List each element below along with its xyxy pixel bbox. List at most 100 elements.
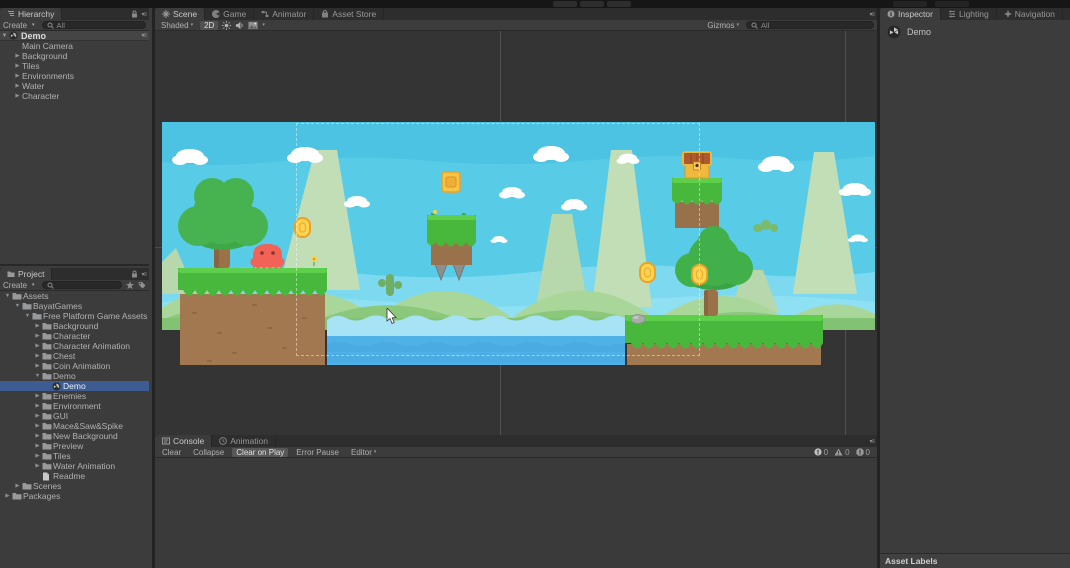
hierarchy-search-input[interactable]: All	[42, 21, 146, 29]
project-tree-item[interactable]: ▶Mace&Saw&Spike	[0, 421, 149, 431]
pane-menu-icon[interactable]: ▾≡	[869, 438, 874, 445]
project-tree-item[interactable]: ▶Environment	[0, 401, 149, 411]
tab-inspector[interactable]: Inspector	[880, 8, 941, 20]
pane-menu-icon[interactable]: ▾≡	[141, 271, 146, 278]
hierarchy-item[interactable]: Main Camera	[0, 41, 149, 51]
tab-game[interactable]: Game	[205, 8, 254, 20]
project-tree-item[interactable]: ▶Character	[0, 331, 149, 341]
project-tree-item[interactable]: ▶Chest	[0, 351, 149, 361]
foldout-icon[interactable]: ▶	[13, 91, 22, 101]
layout-dropdown[interactable]	[935, 1, 969, 7]
project-tree-item[interactable]: ▶Coin Animation	[0, 361, 149, 371]
hierarchy-item[interactable]: ▶Environments	[0, 71, 149, 81]
project-tree-item[interactable]: ▶GUI	[0, 411, 149, 421]
tab-hierarchy[interactable]: Hierarchy	[0, 8, 62, 20]
foldout-icon[interactable]: ▶	[3, 491, 12, 501]
search-by-type-icon[interactable]	[126, 281, 134, 289]
scene-effects-icon[interactable]	[248, 21, 258, 30]
project-tree-item[interactable]: ▼BayatGames	[0, 301, 149, 311]
scene-lighting-icon[interactable]	[222, 21, 231, 30]
tab-scene[interactable]: Scene	[155, 8, 205, 20]
error-count[interactable]: 0	[856, 448, 870, 457]
console-clear-on-play-button[interactable]: Clear on Play	[232, 448, 288, 457]
scene-search-input[interactable]: All	[746, 21, 874, 29]
foldout-icon[interactable]: ▶	[13, 481, 22, 491]
foldout-icon[interactable]: ▼	[0, 33, 9, 39]
project-tree-item[interactable]: ▶Preview	[0, 441, 149, 451]
asset-labels-bar[interactable]: Asset Labels	[880, 553, 1070, 568]
gizmos-dropdown[interactable]: Gizmos▾	[704, 21, 742, 30]
project-tree-item[interactable]: ▼Assets	[0, 291, 149, 301]
toggle-2d-button[interactable]: 2D	[200, 21, 218, 30]
hierarchy-item[interactable]: ▶Water	[0, 81, 149, 91]
tab-console[interactable]: Console	[155, 435, 212, 447]
foldout-icon[interactable]: ▶	[33, 451, 42, 461]
project-tree-item[interactable]: ▶New Background	[0, 431, 149, 441]
foldout-icon[interactable]: ▶	[33, 391, 42, 401]
step-icon[interactable]	[607, 1, 631, 7]
shading-mode-dropdown[interactable]: Shaded▾	[158, 21, 196, 30]
inspector-asset-header[interactable]: Demo	[880, 20, 1070, 39]
pane-menu-icon[interactable]: ▾≡	[869, 11, 874, 18]
console-editor-dropdown[interactable]: Editor▾	[347, 448, 380, 457]
foldout-icon[interactable]: ▶	[33, 331, 42, 341]
create-dropdown[interactable]: Create▾	[3, 21, 38, 30]
foldout-icon[interactable]: ▼	[13, 301, 22, 311]
project-tree-item[interactable]: ▶Background	[0, 321, 149, 331]
hierarchy-item[interactable]: ▶Tiles	[0, 61, 149, 71]
foldout-icon[interactable]: ▼	[33, 371, 42, 381]
hierarchy-item[interactable]: ▶Background	[0, 51, 149, 61]
tab-animation[interactable]: Animation	[212, 435, 276, 447]
log-count[interactable]: 0	[814, 448, 828, 457]
foldout-icon[interactable]: ▶	[33, 401, 42, 411]
scene-audio-icon[interactable]	[235, 21, 244, 30]
project-tree-item[interactable]: ▶Tiles	[0, 451, 149, 461]
project-tree-item[interactable]: ▶Enemies	[0, 391, 149, 401]
project-tree-item[interactable]: Readme	[0, 471, 149, 481]
project-tree-item[interactable]: ▶Character Animation	[0, 341, 149, 351]
play-controls[interactable]	[553, 1, 631, 7]
console-log-area[interactable]	[155, 458, 877, 568]
warning-count[interactable]: 0	[834, 448, 849, 457]
scene-viewport[interactable]	[155, 31, 877, 435]
hierarchy-scene-row[interactable]: ▼ Demo ▾≡	[0, 31, 149, 41]
tab-navigation[interactable]: Navigation	[997, 8, 1063, 20]
pane-menu-icon[interactable]: ▾≡	[141, 11, 146, 18]
foldout-icon[interactable]: ▶	[33, 321, 42, 331]
foldout-icon[interactable]: ▶	[33, 351, 42, 361]
create-dropdown[interactable]: Create▾	[3, 281, 38, 290]
tab-asset-store[interactable]: Asset Store	[314, 8, 384, 20]
foldout-icon[interactable]: ▶	[13, 51, 22, 61]
foldout-icon[interactable]: ▶	[13, 81, 22, 91]
foldout-icon[interactable]: ▶	[33, 361, 42, 371]
console-collapse-button[interactable]: Collapse	[189, 448, 228, 457]
tab-lighting[interactable]: Lighting	[941, 8, 997, 20]
project-tree-item[interactable]: Demo	[0, 381, 149, 391]
effects-dropdown-caret[interactable]: ▾	[262, 22, 265, 28]
tab-animator[interactable]: Animator	[254, 8, 314, 20]
pause-icon[interactable]	[580, 1, 604, 7]
search-by-label-icon[interactable]	[138, 281, 146, 289]
scene-menu-icon[interactable]: ▾≡	[141, 32, 146, 39]
lock-icon[interactable]	[131, 270, 138, 278]
project-tree-item[interactable]: ▼Free Platform Game Assets	[0, 311, 149, 321]
layers-dropdown[interactable]	[893, 1, 927, 7]
foldout-icon[interactable]: ▶	[33, 411, 42, 421]
lock-icon[interactable]	[131, 10, 138, 18]
foldout-icon[interactable]: ▼	[3, 291, 12, 301]
foldout-icon[interactable]: ▶	[33, 441, 42, 451]
play-icon[interactable]	[553, 1, 577, 7]
console-clear-button[interactable]: Clear	[158, 448, 185, 457]
project-tree-item[interactable]: ▼Demo	[0, 371, 149, 381]
project-tree-item[interactable]: ▶Packages	[0, 491, 149, 501]
hierarchy-item[interactable]: ▶Character	[0, 91, 149, 101]
foldout-icon[interactable]: ▶	[33, 461, 42, 471]
project-tree-item[interactable]: ▶Water Animation	[0, 461, 149, 471]
project-search-input[interactable]	[42, 281, 122, 289]
foldout-icon[interactable]: ▶	[13, 61, 22, 71]
console-error-pause-button[interactable]: Error Pause	[292, 448, 343, 457]
foldout-icon[interactable]: ▶	[33, 431, 42, 441]
foldout-icon[interactable]: ▶	[33, 421, 42, 431]
foldout-icon[interactable]: ▶	[33, 341, 42, 351]
foldout-icon[interactable]: ▼	[23, 311, 32, 321]
